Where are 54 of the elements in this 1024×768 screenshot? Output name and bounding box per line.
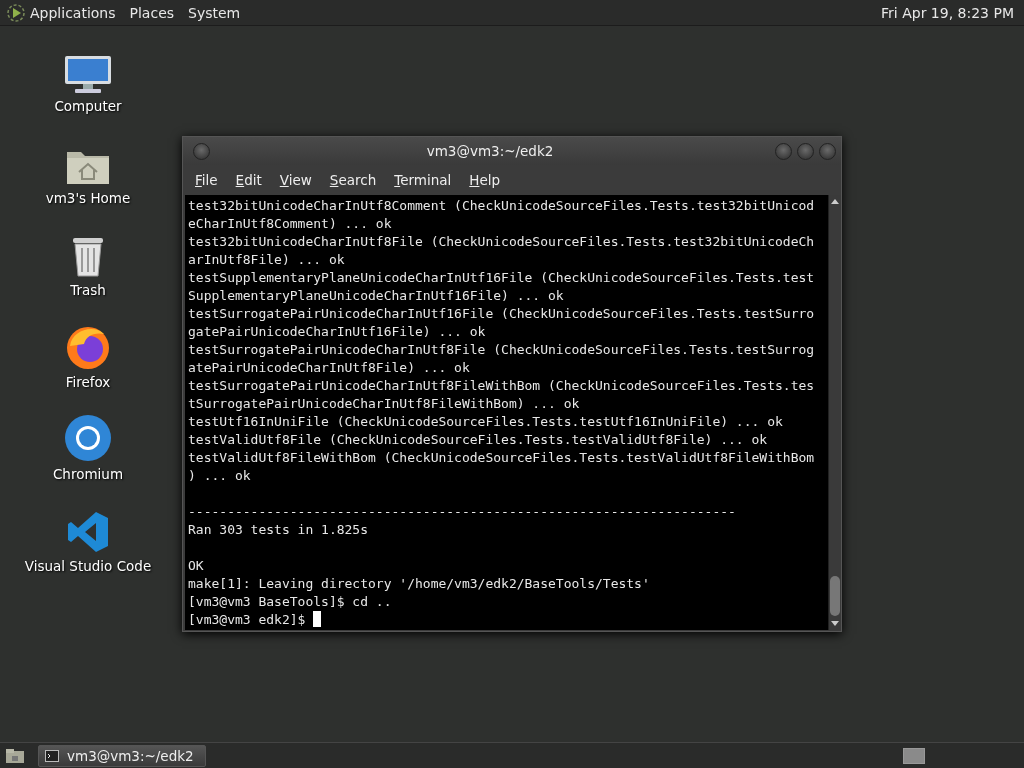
scrollbar[interactable]	[828, 195, 841, 630]
icon-label[interactable]: Firefox	[65, 374, 111, 390]
terminal-line: SupplementaryPlaneUnicodeCharInUtf16File) ... ok	[188, 287, 564, 305]
text-cursor	[313, 611, 322, 627]
clock[interactable]: Fri Apr 19, 8:23 PM	[881, 4, 1018, 21]
panel-menu[interactable]: Places	[129, 4, 175, 21]
terminal-line: testSurrogatePairUnicodeCharInUtf8FileWithBom (CheckUnicodeSourceFiles.Tests.tes	[188, 377, 815, 395]
icon-label[interactable]: vm3's Home	[45, 190, 131, 206]
task-button[interactable]: vm3@vm3:~/edk2	[38, 744, 206, 767]
terminal-line: testSupplementaryPlaneUnicodeCharInUtf16File (CheckUnicodeSourceFiles.Tests.test	[188, 269, 815, 287]
workspace-switcher[interactable]	[903, 747, 925, 764]
panel-menu[interactable]: Applications	[30, 4, 116, 21]
window-menu-button[interactable]	[193, 142, 210, 160]
maximize-button[interactable]	[797, 142, 814, 160]
terminal-line: testSurrogatePairUnicodeCharInUtf16File (CheckUnicodeSourceFiles.Tests.testSurro	[188, 305, 815, 323]
menu-logo-icon	[6, 2, 26, 23]
ribbon-icon	[66, 510, 110, 554]
terminal-line: OK	[188, 557, 204, 575]
menu-item[interactable]: Edit	[226, 172, 271, 188]
close-button[interactable]	[819, 142, 836, 160]
terminal-line: testValidUtf8FileWithBom (CheckUnicodeSourceFiles.Tests.testValidUtf8FileWithBom	[188, 449, 815, 467]
terminal-line: make[1]: Leaving directory '/home/vm3/edk2/BaseTools/Tests'	[188, 575, 650, 593]
terminal-line: gatePairUnicodeCharInUtf16File) ... ok	[188, 323, 486, 341]
terminal-line: eCharInUtf8Comment) ... ok	[188, 215, 392, 233]
icon-label[interactable]: Computer	[54, 98, 122, 114]
terminal-line: [vm3@vm3 BaseTools]$ cd ..	[188, 593, 392, 611]
menu-item[interactable]: Search	[320, 172, 386, 188]
menu-item[interactable]: Terminal	[385, 172, 461, 188]
terminal-line: test32bitUnicodeCharInUtf8Comment (CheckUnicodeSourceFiles.Tests.test32bitUnicod	[188, 197, 815, 215]
terminal-icon	[45, 749, 59, 762]
terminal-line: tSurrogatePairUnicodeCharInUtf8FileWithBom) ... ok	[188, 395, 580, 413]
terminal-line: ----------------------------------------------------------------------	[188, 503, 736, 521]
terminal-line: test32bitUnicodeCharInUtf8File (CheckUnicodeSourceFiles.Tests.test32bitUnicodeCh	[188, 233, 815, 251]
terminal-line: ) ... ok	[188, 467, 251, 485]
icon-label[interactable]: Chromium	[52, 466, 124, 482]
terminal-line: testSurrogatePairUnicodeCharInUtf8File (CheckUnicodeSourceFiles.Tests.testSurrog	[188, 341, 815, 359]
window-title: vm3@vm3:~/edk2	[425, 143, 555, 159]
terminal-line: atePairUnicodeCharInUtf8File) ... ok	[188, 359, 470, 377]
monitor-icon	[63, 54, 113, 94]
terminal-line: Ran 303 tests in 1.825s	[188, 521, 368, 539]
menu-item[interactable]: Help	[460, 172, 510, 188]
icon-label[interactable]: Visual Studio Code	[24, 558, 152, 574]
terminal-line: arInUtf8File) ... ok	[188, 251, 345, 269]
terminal-line: testValidUtf8File (CheckUnicodeSourceFiles.Tests.testValidUtf8File) ... ok	[188, 431, 768, 449]
shell-prompt: [vm3@vm3 edk2]$	[188, 612, 307, 627]
icon-label[interactable]: Trash	[70, 282, 106, 298]
menu-item[interactable]: File	[186, 172, 227, 188]
fox-globe-icon	[64, 324, 112, 370]
panel-menu[interactable]: System	[188, 4, 241, 21]
minimize-button[interactable]	[775, 142, 792, 160]
menu-item[interactable]: View	[270, 172, 321, 188]
terminal-line: testUtf16InUniFile (CheckUnicodeSourceFiles.Tests.testUtf16InUniFile) ... ok	[188, 413, 783, 431]
show-desktop-icon	[4, 746, 26, 765]
browser-ring-icon	[64, 414, 112, 462]
